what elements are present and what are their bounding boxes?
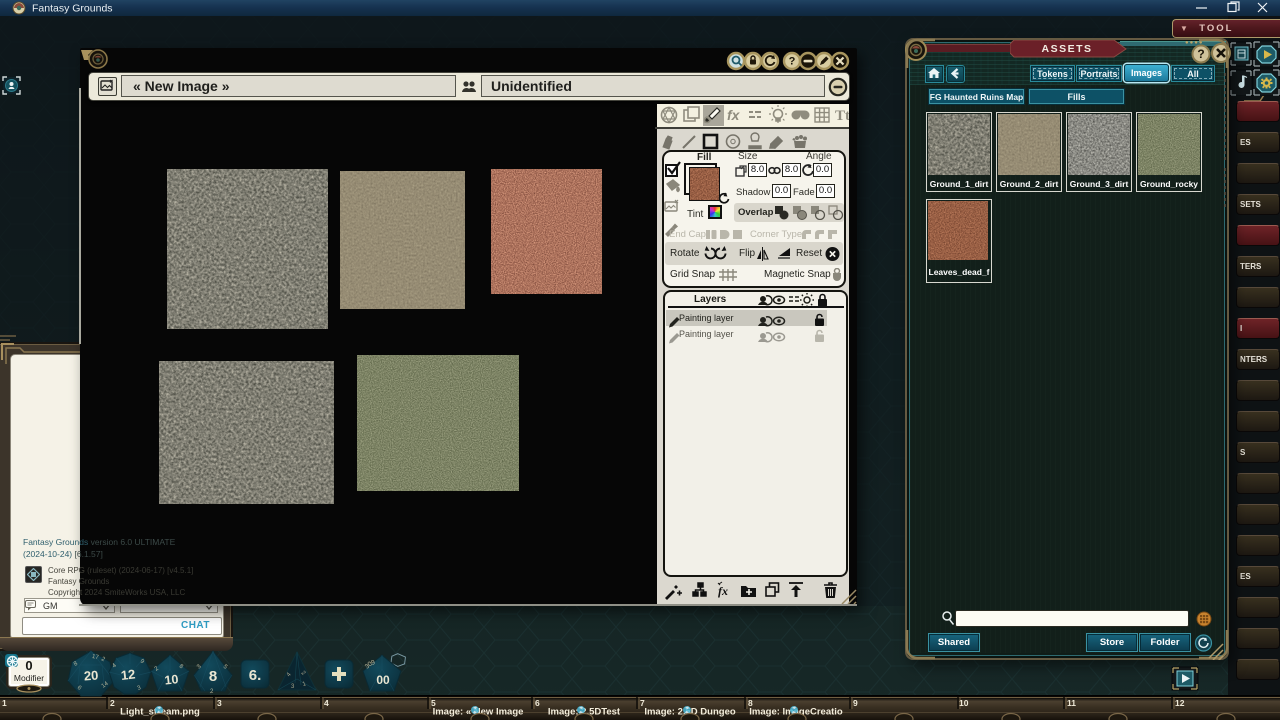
svg-text:Tt: Tt	[835, 108, 849, 124]
svg-text:?: ?	[789, 56, 796, 68]
svg-text:10: 10	[959, 698, 969, 708]
svg-text:12: 12	[1175, 698, 1185, 708]
svg-text:00: 00	[376, 673, 390, 687]
svg-text:4: 4	[324, 698, 329, 708]
svg-text:fx: fx	[727, 107, 741, 123]
svg-text:6: 6	[535, 698, 540, 708]
svg-text:2: 2	[110, 698, 115, 708]
svg-text:fx: fx	[718, 584, 728, 598]
svg-text:12: 12	[120, 666, 136, 682]
svg-text:11: 11	[1067, 698, 1076, 708]
svg-text:Fantasy Grounds: Fantasy Grounds	[32, 3, 113, 15]
svg-text:6.: 6.	[249, 667, 262, 684]
svg-text:10: 10	[164, 672, 179, 687]
svg-text:3: 3	[217, 698, 222, 708]
svg-text:9: 9	[853, 698, 858, 708]
svg-text:20: 20	[83, 668, 98, 684]
svg-text:8: 8	[209, 668, 217, 685]
svg-text:1: 1	[2, 698, 7, 708]
